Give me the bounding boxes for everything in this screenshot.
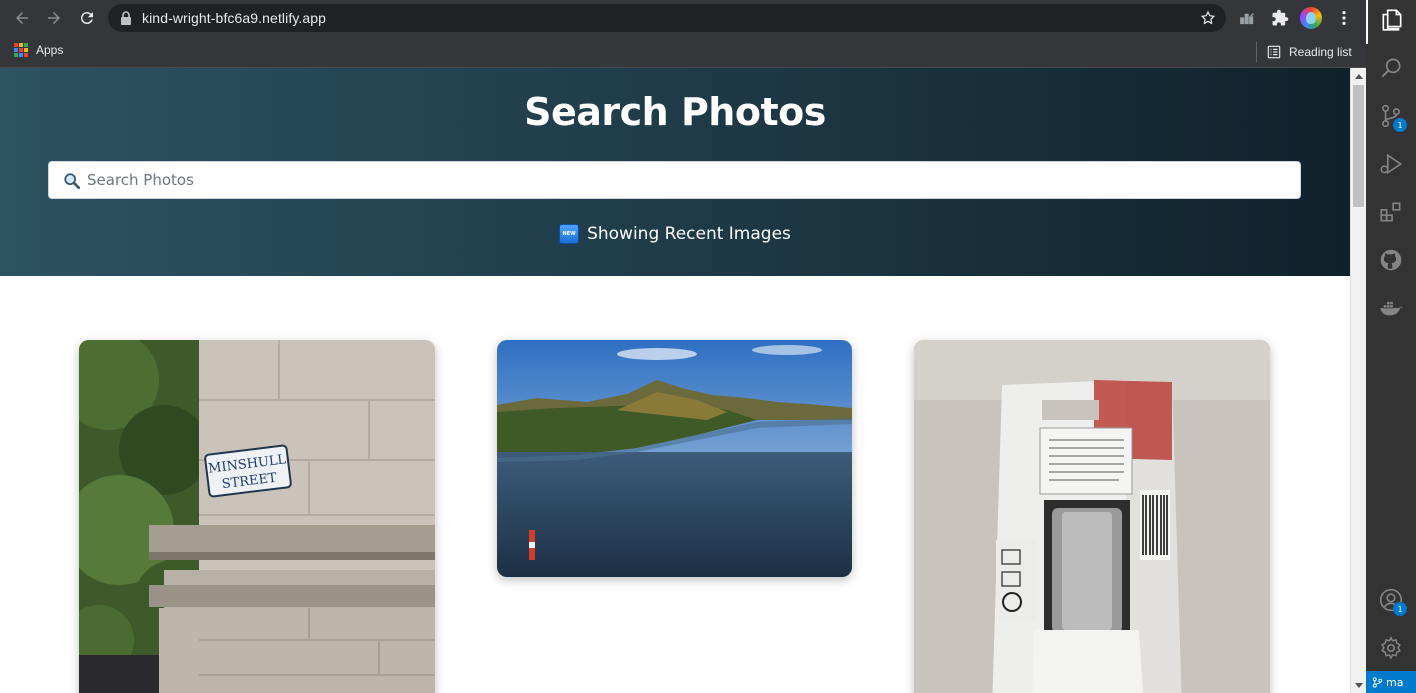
github-icon[interactable] — [1366, 236, 1416, 284]
branch-icon — [1372, 676, 1383, 688]
hero-header: Search Photos NEW Showing Recent Images — [0, 68, 1350, 276]
reading-list-button[interactable]: Reading list — [1256, 42, 1352, 62]
account-badge: 1 — [1393, 602, 1407, 616]
apps-grid-icon — [14, 43, 28, 57]
branch-name: ma — [1386, 675, 1404, 689]
page-scrollbar[interactable] — [1350, 68, 1366, 693]
settings-gear-icon[interactable] — [1366, 624, 1416, 672]
address-url: kind-wright-bfc6a9.netlify.app — [142, 10, 327, 26]
performance-icon[interactable] — [1238, 8, 1258, 28]
status-text: Showing Recent Images — [587, 224, 791, 244]
star-icon[interactable] — [1200, 10, 1216, 26]
back-arrow-icon[interactable] — [10, 6, 34, 30]
scroll-up-arrow-icon[interactable] — [1355, 74, 1363, 79]
profile-avatar[interactable] — [1300, 7, 1322, 29]
search-icon[interactable] — [1366, 44, 1416, 92]
page-title: Search Photos — [524, 90, 826, 134]
photo-card[interactable] — [914, 340, 1270, 693]
photo-lake-landscape — [497, 340, 852, 577]
bookmarks-bar: Apps Reading list — [0, 36, 1366, 68]
explorer-icon[interactable] — [1366, 0, 1416, 44]
address-bar[interactable]: kind-wright-bfc6a9.netlify.app — [108, 4, 1226, 32]
forward-arrow-icon[interactable] — [42, 6, 66, 30]
lock-icon — [121, 11, 131, 25]
run-debug-icon[interactable] — [1366, 140, 1416, 188]
puzzle-icon[interactable] — [1270, 8, 1290, 28]
search-input[interactable] — [87, 162, 1287, 198]
photo-card[interactable]: MINSHULL STREET — [79, 340, 435, 693]
status-line: NEW Showing Recent Images — [0, 224, 1350, 244]
browser-chrome: kind-wright-bfc6a9.netlify.app Apps Read… — [0, 0, 1366, 68]
extensions-icon[interactable] — [1366, 188, 1416, 236]
photo-card[interactable] — [497, 340, 852, 577]
vscode-activity-bar: 1 1 — [1366, 0, 1416, 693]
new-badge-icon: NEW — [559, 224, 580, 244]
apps-shortcut[interactable]: Apps — [14, 43, 63, 57]
reading-list-label: Reading list — [1289, 45, 1352, 59]
source-control-badge: 1 — [1393, 118, 1407, 132]
photo-street-sign: MINSHULL STREET — [79, 340, 435, 693]
kebab-menu-icon[interactable] — [1334, 8, 1354, 28]
docker-icon[interactable] — [1366, 284, 1416, 332]
photo-paint-package — [914, 340, 1270, 693]
scrollbar-thumb[interactable] — [1353, 85, 1364, 207]
apps-label: Apps — [36, 43, 64, 57]
magnifier-icon — [64, 173, 81, 190]
search-box[interactable] — [48, 161, 1301, 199]
reload-icon[interactable] — [75, 6, 99, 30]
web-page: Search Photos NEW Showing Recent Images — [0, 68, 1350, 693]
reading-list-icon — [1267, 45, 1281, 59]
vscode-status-bar[interactable]: ma — [1366, 671, 1416, 693]
scroll-down-arrow-icon[interactable] — [1355, 683, 1363, 688]
browser-toolbar: kind-wright-bfc6a9.netlify.app — [0, 0, 1366, 36]
source-control-icon[interactable]: 1 — [1366, 92, 1416, 140]
account-icon[interactable]: 1 — [1366, 576, 1416, 624]
